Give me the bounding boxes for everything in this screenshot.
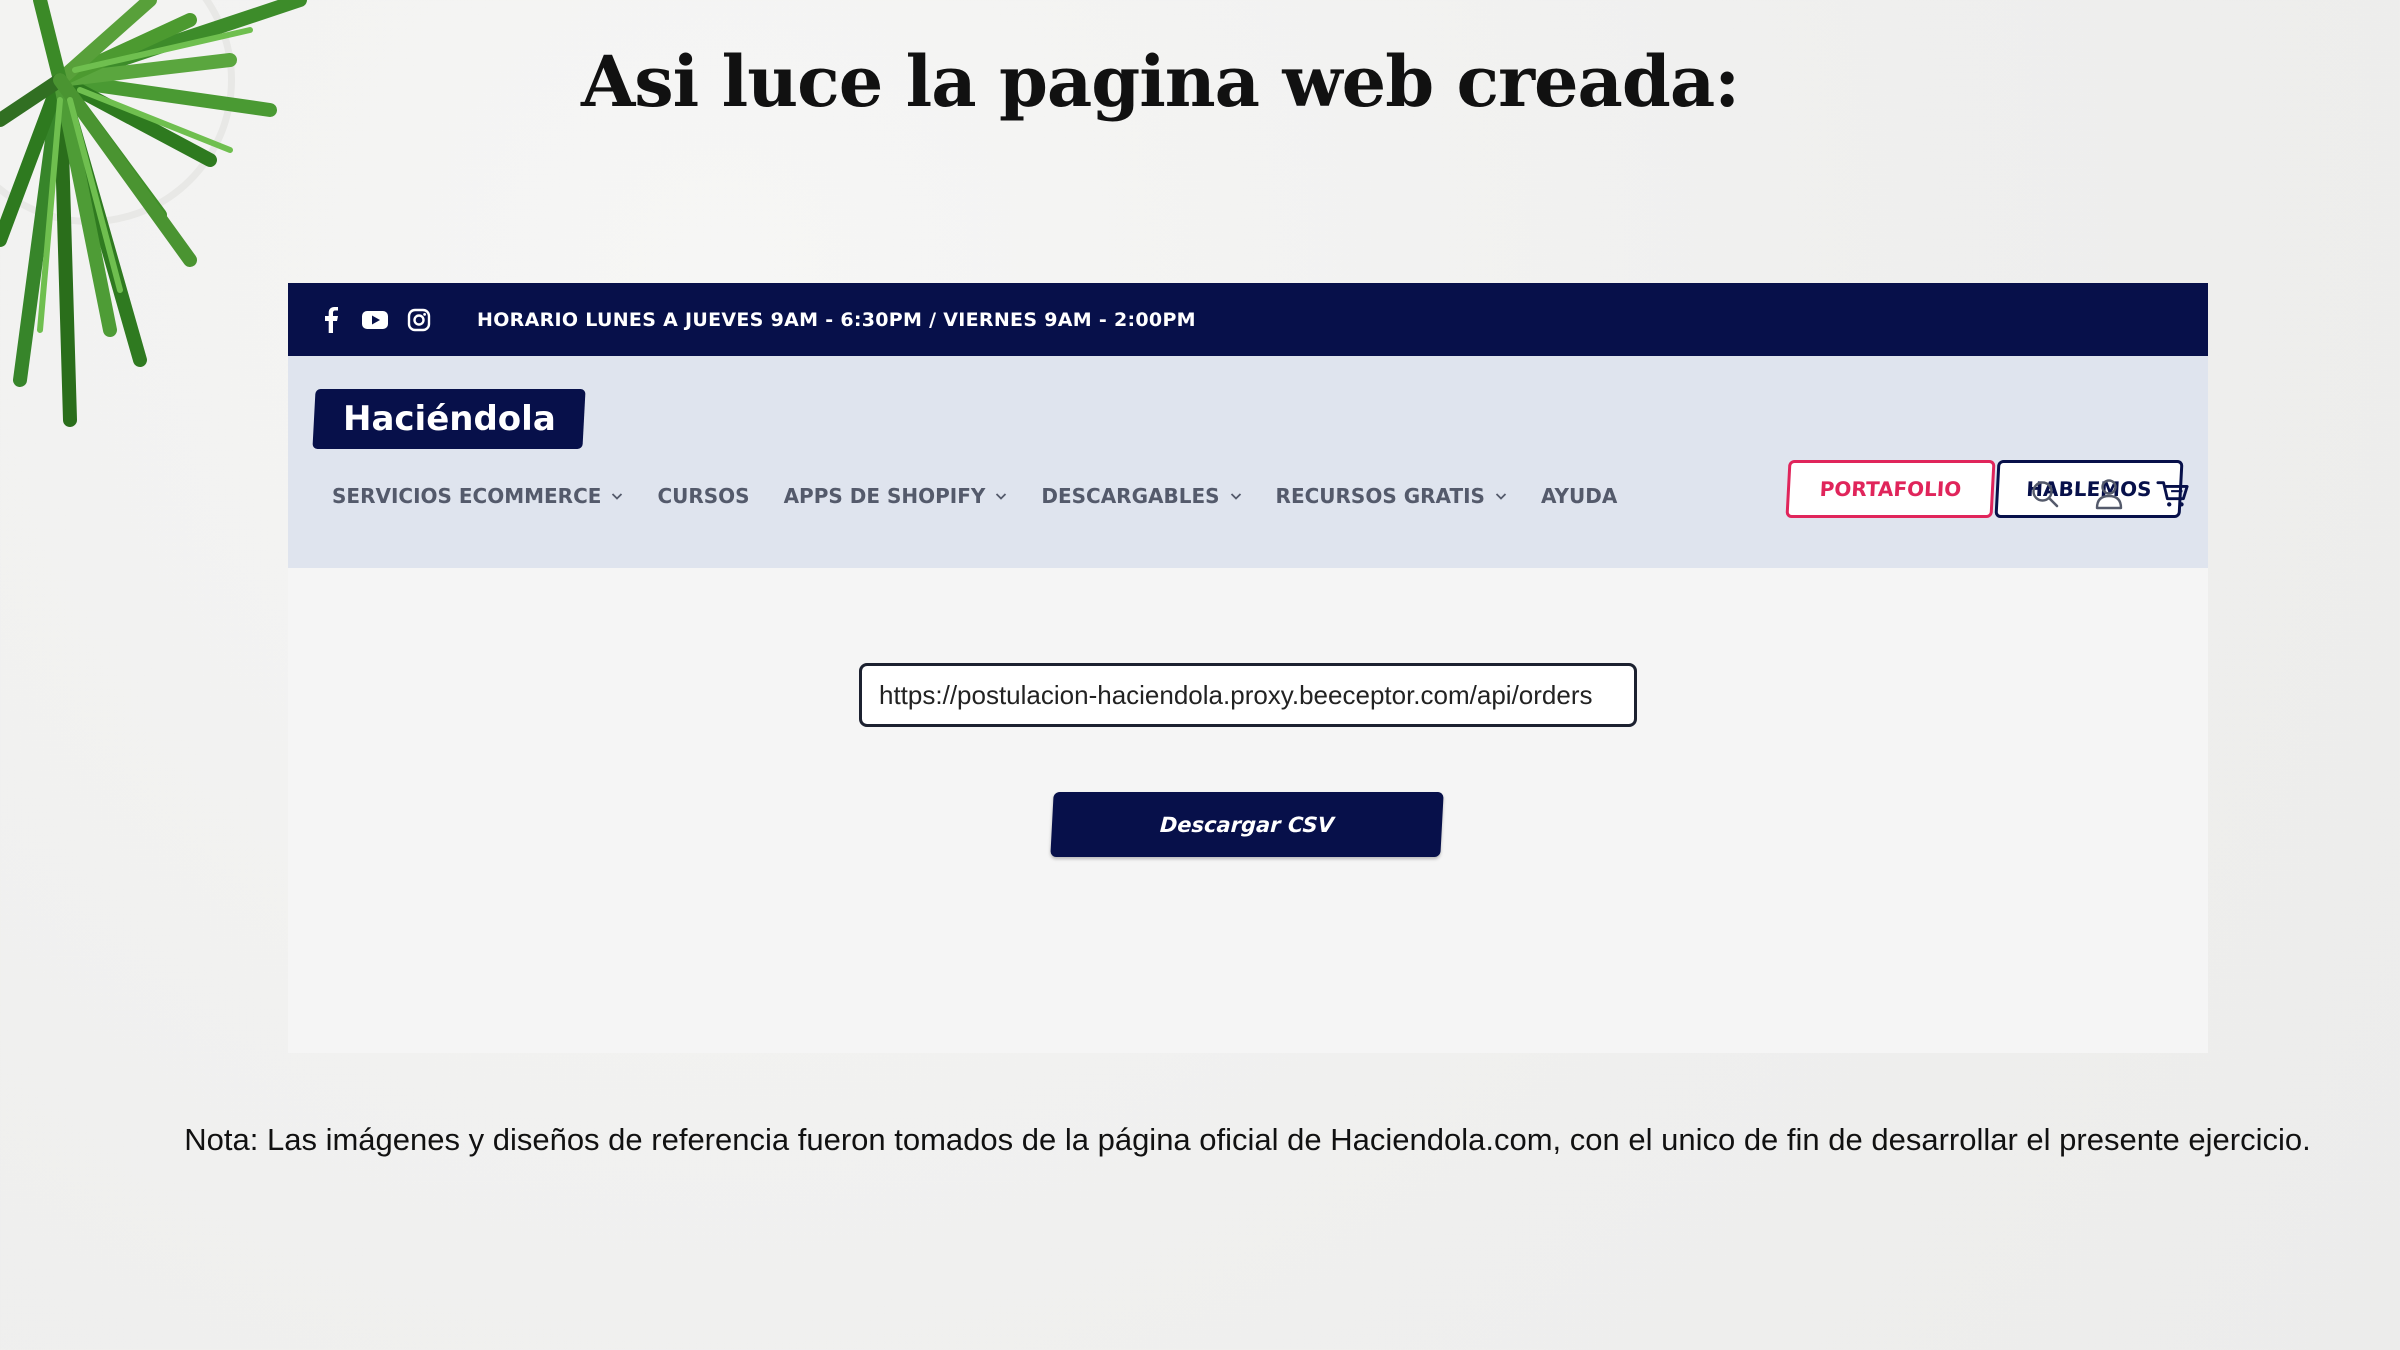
search-icon[interactable] [2028, 477, 2062, 511]
social-links [318, 306, 432, 333]
api-url-input[interactable] [859, 663, 1637, 727]
chevron-down-icon [612, 493, 623, 500]
chevron-down-icon [1230, 493, 1241, 500]
nav-item-ayuda[interactable]: AYUDA [1541, 484, 1617, 508]
nav-item-label: CURSOS [657, 484, 750, 508]
chevron-down-icon [996, 493, 1007, 500]
nav-item-label: AYUDA [1540, 484, 1618, 508]
download-csv-button[interactable]: Descargar CSV [1050, 792, 1444, 857]
site-logo[interactable]: Haciéndola [312, 389, 586, 449]
nav-item-cursos[interactable]: CURSOS [657, 484, 749, 508]
site-header: Haciéndola PORTAFOLIO HABLEMOS [288, 356, 2208, 568]
nav-item-descargables[interactable]: DESCARGABLES [1041, 484, 1241, 508]
chevron-down-icon [1495, 493, 1507, 500]
facebook-icon[interactable] [318, 306, 344, 333]
portafolio-button[interactable]: PORTAFOLIO [1785, 460, 1996, 518]
instagram-icon[interactable] [406, 307, 432, 333]
business-hours: HORARIO LUNES A JUEVES 9AM - 6:30PM / VI… [477, 308, 1196, 331]
nav-item-label: DESCARGABLES [1041, 484, 1220, 508]
youtube-icon[interactable] [362, 307, 388, 333]
nav-item-recursos-gratis[interactable]: RECURSOS GRATIS [1276, 484, 1507, 508]
announcement-bar: HORARIO LUNES A JUEVES 9AM - 6:30PM / VI… [288, 283, 2208, 356]
nav-item-apps-de-shopify[interactable]: APPS DE SHOPIFY [784, 484, 1008, 508]
nav-item-label: APPS DE SHOPIFY [783, 484, 986, 508]
account-icon[interactable] [2092, 477, 2126, 511]
nav-item-servicios-ecommerce[interactable]: SERVICIOS ECOMMERCE [332, 484, 623, 508]
header-icons [2028, 477, 2190, 511]
nav-item-label: SERVICIOS ECOMMERCE [332, 484, 602, 508]
slide-title: Asi luce la pagina web creada: [580, 40, 1740, 123]
main-nav: SERVICIOS ECOMMERCE CURSOS APPS DE SHOPI… [332, 484, 1651, 508]
nav-item-label: RECURSOS GRATIS [1275, 484, 1485, 508]
footnote: Nota: Las imágenes y diseños de referenc… [184, 1122, 2311, 1157]
cart-icon[interactable] [2156, 477, 2190, 511]
logo-text: Haciéndola [342, 399, 556, 439]
